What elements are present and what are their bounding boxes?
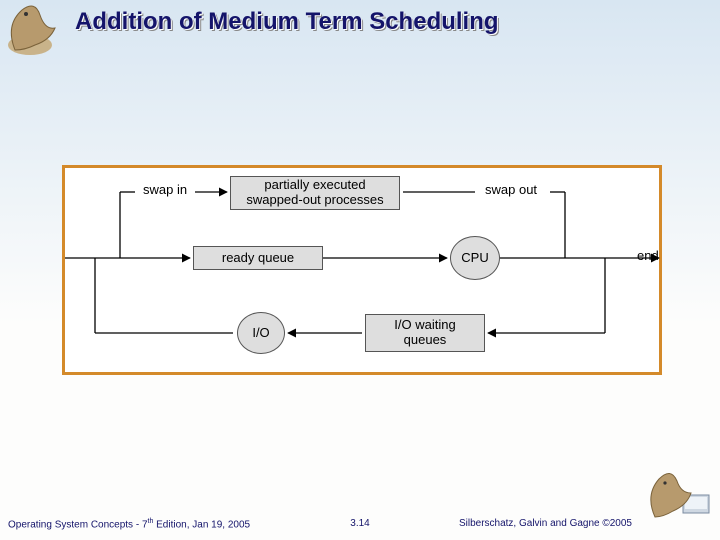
footer-right: Silberschatz, Galvin and Gagne ©2005	[459, 518, 632, 529]
diagram: swap in swap out end partially executed …	[65, 168, 659, 372]
logo-dinosaur-bottom-right	[645, 467, 720, 522]
node-io-waiting: I/O waiting queues	[365, 314, 485, 352]
diagram-frame: swap in swap out end partially executed …	[62, 165, 662, 375]
node-partially-executed: partially executed swapped-out processes	[230, 176, 400, 210]
node-io: I/O	[237, 312, 285, 354]
node-cpu: CPU	[450, 236, 500, 280]
label-swap-in: swap in	[143, 182, 187, 197]
label-end: end	[637, 248, 659, 263]
page-title: Addition of Medium Term Scheduling	[75, 8, 675, 36]
label-swap-out: swap out	[485, 182, 537, 197]
node-ready-queue: ready queue	[193, 246, 323, 270]
footer: Operating System Concepts - 7th Edition,…	[0, 518, 720, 534]
logo-dinosaur-top-left	[0, 0, 65, 60]
